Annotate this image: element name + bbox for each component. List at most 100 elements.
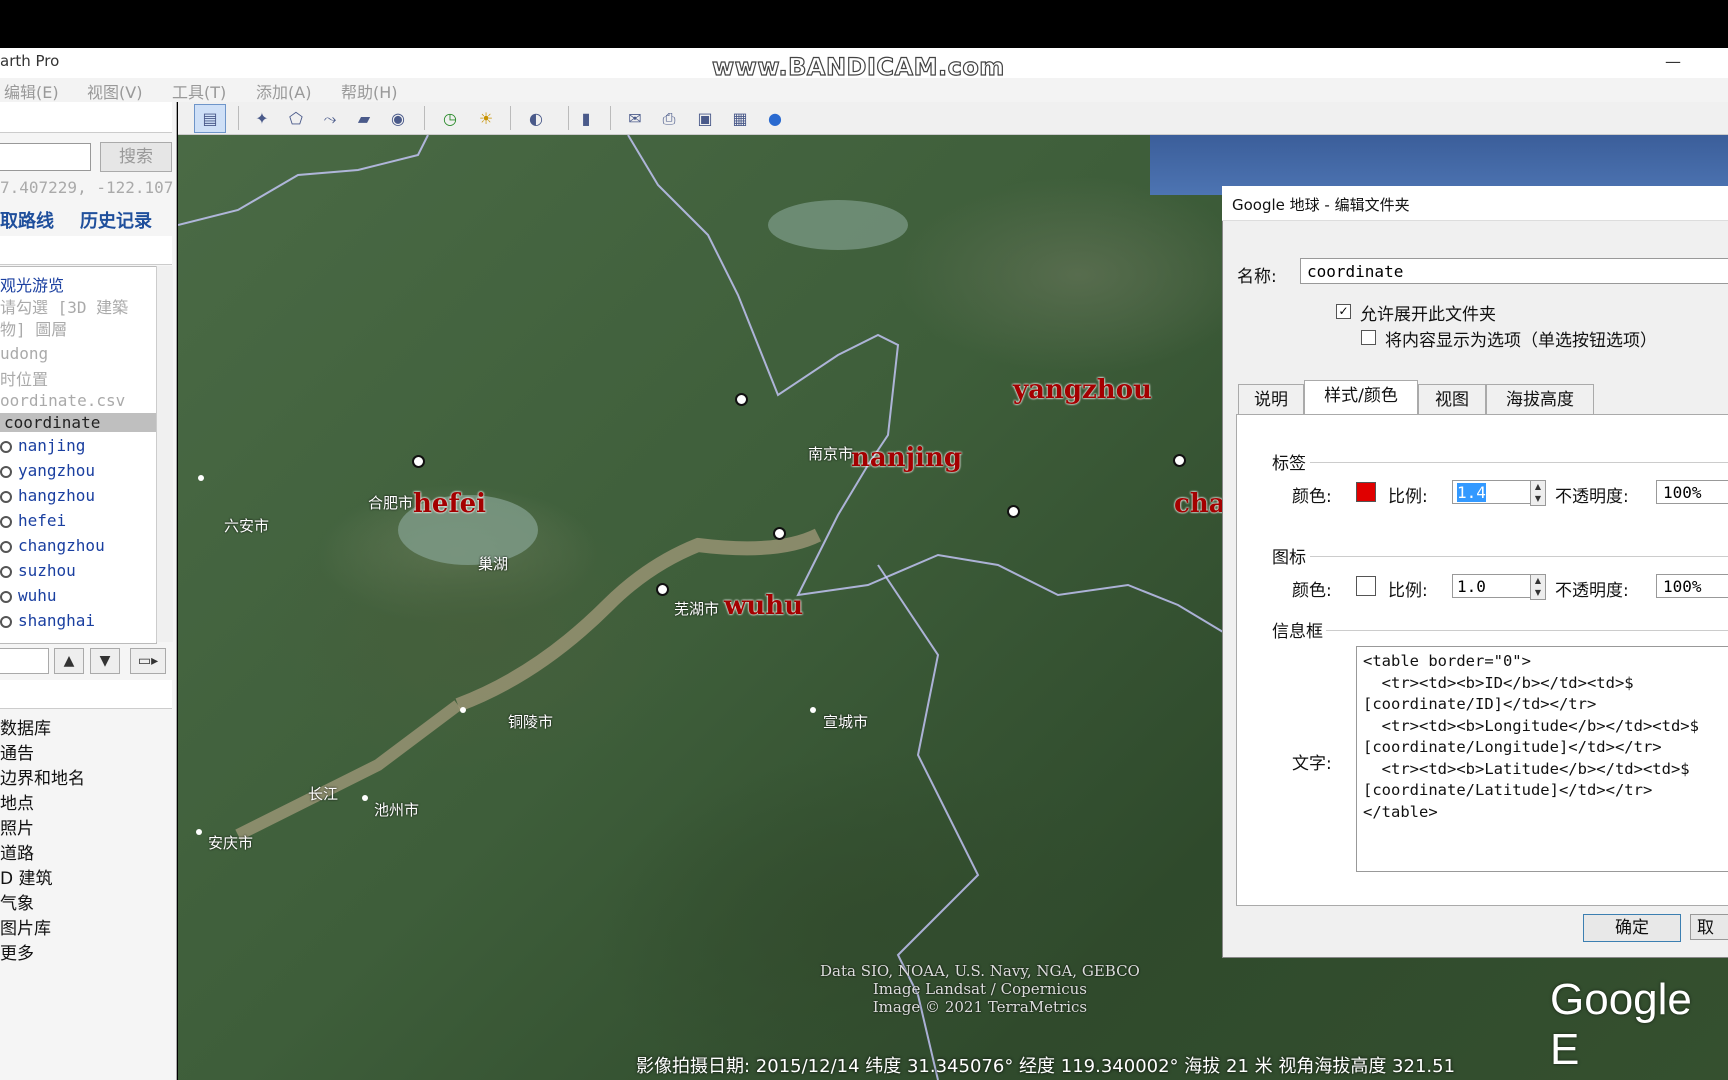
map-label-changzhou[interactable]: cha (1174, 489, 1226, 519)
map-label-yangzhou[interactable]: yangzhou (1013, 375, 1152, 405)
icon-color-label: 颜色: (1292, 581, 1332, 601)
status-bar: 影像拍摄日期: 2015/12/14 纬度 31.345076° 经度 119.… (636, 1056, 1456, 1077)
places-item-selected[interactable]: coordinate (0, 413, 156, 432)
tab-style-color[interactable]: 样式/颜色 (1304, 380, 1418, 416)
save-image-button[interactable]: ▣ (689, 104, 721, 133)
place-label: 巢湖 (478, 555, 509, 573)
places-item[interactable]: 观光游览 (0, 272, 64, 296)
placemark-icon[interactable] (1007, 505, 1020, 518)
tab-altitude[interactable]: 海拔高度 (1486, 384, 1594, 415)
map-label-wuhu[interactable]: wuhu (724, 591, 803, 621)
layer-item[interactable]: 图片库 (0, 914, 51, 939)
places-item[interactable]: changzhou (18, 536, 105, 555)
record-tour-button[interactable]: ◉ (382, 104, 414, 133)
places-item[interactable]: 时位置 (0, 366, 48, 390)
arrow-up-icon: ▲ (63, 653, 75, 669)
places-item[interactable]: udong (0, 344, 48, 363)
show-as-options-checkbox[interactable] (1361, 330, 1376, 345)
planets-button[interactable]: ◐ (520, 104, 552, 133)
search-button[interactable]: 搜索 (100, 142, 172, 172)
folder-menu-button[interactable]: ▭▸ (130, 648, 166, 674)
menu-add[interactable]: 添加(A) (256, 79, 311, 103)
layer-item[interactable]: 数据库 (0, 714, 51, 739)
add-polygon-button[interactable]: ⬠ (280, 104, 312, 133)
credit-line: Data SIO, NOAA, U.S. Navy, NGA, GEBCO (820, 962, 1140, 980)
move-down-button[interactable]: ▼ (90, 648, 120, 674)
tab-view[interactable]: 视图 (1418, 384, 1486, 415)
polygon-icon: ⬠ (289, 109, 303, 128)
name-field[interactable]: coordinate (1300, 258, 1728, 284)
search-panel-header[interactable] (0, 102, 172, 133)
placemark-icon[interactable] (656, 583, 669, 596)
map-label-nanjing[interactable]: nanjing (851, 443, 962, 473)
layer-item[interactable]: 边界和地名 (0, 764, 85, 789)
save-image-icon: ▣ (697, 109, 713, 128)
label-scale-input[interactable]: 1.4 (1452, 480, 1534, 504)
places-tree: 观光游览 请勾選 [3D 建築 物] 圖層 udong 时位置 oordinat… (0, 266, 157, 644)
icon-color-swatch[interactable] (1356, 576, 1376, 596)
label-scale-spinner[interactable]: ▲ ▼ (1530, 480, 1546, 506)
add-path-button[interactable]: ⤳ (314, 104, 346, 133)
label-color-swatch[interactable] (1356, 482, 1376, 502)
historical-imagery-button[interactable]: ◷ (434, 104, 466, 133)
balloon-text-area[interactable]: <table border="0"> <tr><td><b>ID</b></td… (1356, 646, 1728, 872)
layer-item[interactable]: 气象 (0, 889, 34, 914)
layer-item[interactable]: 道路 (0, 839, 34, 864)
get-directions-link[interactable]: 取路线 (0, 207, 54, 233)
print-button[interactable]: ⎙ (653, 104, 685, 133)
places-item[interactable]: oordinate.csv (0, 391, 125, 410)
add-placemark-button[interactable]: ✦ (246, 104, 278, 133)
place-label: 芜湖市 (674, 600, 720, 618)
tab-description[interactable]: 说明 (1238, 384, 1304, 415)
layer-item[interactable]: 照片 (0, 814, 34, 839)
places-item[interactable]: hefei (18, 511, 66, 530)
map-label-hefei[interactable]: hefei (413, 489, 486, 519)
placemark-icon[interactable] (412, 455, 425, 468)
places-item[interactable]: hangzhou (18, 486, 95, 505)
places-filter-input[interactable] (0, 648, 49, 674)
places-item[interactable]: suzhou (18, 561, 76, 580)
earth-view-button[interactable]: ● (759, 104, 791, 133)
toolbar-separator (424, 106, 425, 130)
menu-view[interactable]: 视图(V) (87, 79, 142, 103)
email-button[interactable]: ✉ (619, 104, 651, 133)
cancel-button[interactable]: 取 (1690, 914, 1728, 940)
placemark-icon[interactable] (773, 527, 786, 540)
places-item[interactable]: nanjing (18, 436, 85, 455)
allow-expand-checkbox[interactable]: ✓ (1336, 304, 1351, 319)
search-input[interactable] (0, 143, 91, 171)
places-item[interactable]: shanghai (18, 611, 95, 630)
sunlight-icon: ☀ (478, 109, 494, 128)
layer-item[interactable]: D 建筑 (0, 864, 53, 889)
placemark-icon (0, 516, 12, 528)
label-opacity-input[interactable]: 100% (1656, 480, 1728, 504)
sidebar-toggle-button[interactable]: ▤ (194, 104, 226, 133)
menu-edit[interactable]: 编辑(E) (4, 79, 59, 103)
layer-item[interactable]: 地点 (0, 789, 34, 814)
ok-button[interactable]: 确定 (1583, 914, 1681, 942)
menu-tools[interactable]: 工具(T) (172, 79, 226, 103)
map-view-button[interactable]: ▦ (724, 104, 756, 133)
places-panel-header[interactable] (0, 236, 172, 265)
add-image-overlay-button[interactable]: ▰ (348, 104, 380, 133)
placemark-icon: ✦ (255, 109, 269, 128)
places-scrollbar[interactable] (156, 266, 173, 642)
placemark-icon[interactable] (1173, 454, 1186, 467)
place-dot (362, 795, 368, 801)
icon-opacity-input[interactable]: 100% (1656, 574, 1728, 598)
layer-item[interactable]: 更多 (0, 939, 34, 964)
move-up-button[interactable]: ▲ (54, 648, 84, 674)
places-item[interactable]: wuhu (18, 586, 57, 605)
layer-item[interactable]: 通告 (0, 739, 34, 764)
icon-opacity-label: 不透明度: (1555, 581, 1629, 601)
minimize-button[interactable]: — (1665, 52, 1681, 71)
places-item[interactable]: yangzhou (18, 461, 95, 480)
ruler-button[interactable]: ▮ (570, 104, 602, 133)
icon-scale-spinner[interactable]: ▲ ▼ (1530, 574, 1546, 600)
layers-panel-header[interactable] (0, 680, 172, 709)
sunlight-button[interactable]: ☀ (470, 104, 502, 133)
history-link[interactable]: 历史记录 (80, 207, 152, 233)
yangzhou-pin-icon[interactable] (735, 393, 748, 406)
menu-help[interactable]: 帮助(H) (341, 79, 398, 103)
icon-scale-input[interactable]: 1.0 (1452, 574, 1534, 598)
